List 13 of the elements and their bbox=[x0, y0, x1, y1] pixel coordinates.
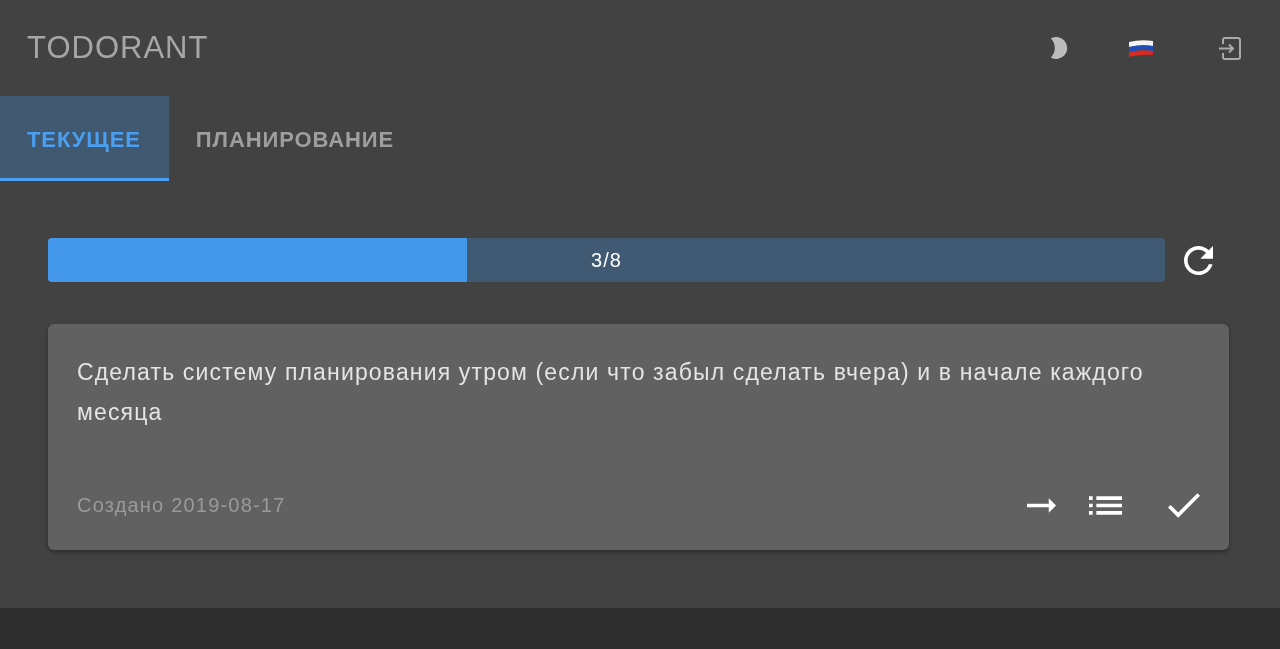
refresh-icon[interactable] bbox=[1184, 245, 1213, 275]
check-icon[interactable] bbox=[1168, 492, 1200, 518]
flag-icon[interactable] bbox=[1128, 39, 1154, 57]
task-text: Сделать систему планирования утром (если что забыл сделать вчера) и в начале каждого месяца bbox=[77, 358, 1145, 427]
moon-icon[interactable] bbox=[1050, 37, 1068, 59]
progress-reading: 3/8 bbox=[591, 248, 622, 272]
arrow-right-icon[interactable] bbox=[1027, 497, 1056, 513]
created-date: Создано 2019-08-17 bbox=[77, 493, 286, 517]
list-icon[interactable] bbox=[1089, 495, 1122, 515]
tab[interactable]: ТЕКУЩЕЕ bbox=[0, 96, 169, 181]
tab[interactable]: ПЛАНИРОВАНИЕ bbox=[168, 96, 423, 181]
logout-icon[interactable] bbox=[1218, 36, 1241, 60]
app-title: TODORANT bbox=[27, 30, 209, 66]
